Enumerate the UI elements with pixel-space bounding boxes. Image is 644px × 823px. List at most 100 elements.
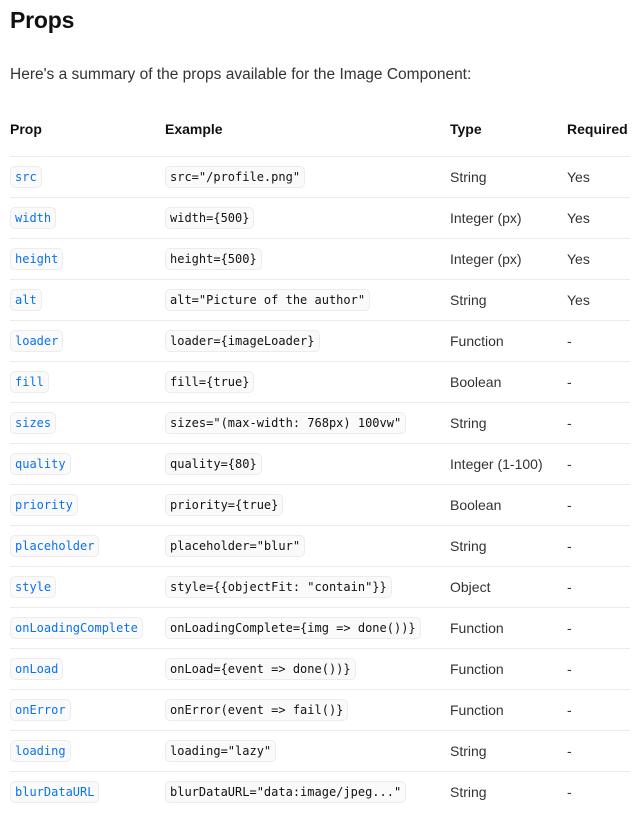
props-table: Prop Example Type Required src src="/prof…	[10, 120, 630, 812]
type-cell: Object	[450, 566, 567, 608]
prop-cell: fill	[10, 361, 165, 403]
prop-name: height	[10, 248, 64, 270]
prop-cell: placeholder	[10, 525, 165, 567]
required-cell: -	[567, 730, 630, 772]
table-row: quality quality={80} Integer (1-100) -	[10, 443, 630, 485]
prop-name: onLoadingComplete	[10, 617, 143, 639]
prop-cell: blurDataURL	[10, 772, 165, 813]
prop-name: fill	[10, 371, 49, 393]
prop-cell: loading	[10, 730, 165, 772]
table-row: style style={{objectFit: "contain"}} Objec…	[10, 566, 630, 608]
example-code: width={500}	[165, 207, 255, 229]
example-code: blurDataURL="data:image/jpeg..."	[165, 781, 407, 803]
required-cell: -	[567, 484, 630, 526]
prop-cell: width	[10, 197, 165, 239]
prop-name: onLoad	[10, 658, 64, 680]
required-cell: -	[567, 525, 630, 567]
example-cell: src="/profile.png"	[165, 156, 450, 198]
example-cell: onError(event => fail()}	[165, 689, 450, 731]
example-cell: loader={imageLoader}	[165, 320, 450, 362]
table-row: height height={500} Integer (px) Yes	[10, 238, 630, 280]
type-cell: Function	[450, 607, 567, 649]
prop-cell: loader	[10, 320, 165, 362]
example-code: height={500}	[165, 248, 262, 270]
type-cell: Boolean	[450, 484, 567, 526]
required-cell: Yes	[567, 279, 630, 321]
example-cell: fill={true}	[165, 361, 450, 403]
required-cell: -	[567, 443, 630, 485]
prop-name: loading	[10, 740, 71, 762]
example-cell: placeholder="blur"	[165, 525, 450, 567]
prop-name: style	[10, 576, 57, 598]
type-cell: Function	[450, 689, 567, 731]
prop-name: src	[10, 166, 42, 188]
prop-cell: onLoadingComplete	[10, 607, 165, 649]
type-cell: Integer (1-100)	[450, 443, 567, 485]
prop-cell: sizes	[10, 402, 165, 444]
prop-name: priority	[10, 494, 78, 516]
intro-text: Here's a summary of the props available …	[10, 66, 472, 83]
required-cell: -	[567, 689, 630, 731]
table-row: onLoadingComplete onLoadingComplete={img …	[10, 607, 630, 649]
table-row: placeholder placeholder="blur" String -	[10, 525, 630, 567]
example-code: fill={true}	[165, 371, 255, 393]
required-cell: -	[567, 361, 630, 403]
prop-cell: onError	[10, 689, 165, 731]
example-cell: sizes="(max-width: 768px) 100vw"	[165, 402, 450, 444]
required-cell: -	[567, 607, 630, 649]
example-cell: loading="lazy"	[165, 730, 450, 772]
prop-cell: alt	[10, 279, 165, 321]
prop-cell: style	[10, 566, 165, 608]
example-code: src="/profile.png"	[165, 166, 306, 188]
type-cell: Boolean	[450, 361, 567, 403]
example-cell: quality={80}	[165, 443, 450, 485]
prop-name: width	[10, 207, 57, 229]
prop-name: placeholder	[10, 535, 100, 557]
type-cell: String	[450, 279, 567, 321]
prop-name: quality	[10, 453, 71, 475]
table-row: fill fill={true} Boolean -	[10, 361, 630, 403]
type-cell: String	[450, 402, 567, 444]
table-row: loader loader={imageLoader} Function -	[10, 320, 630, 362]
required-cell: Yes	[567, 156, 630, 198]
table-row: src src="/profile.png" String Yes	[10, 156, 630, 198]
section-heading: Props	[10, 7, 75, 33]
type-cell: String	[450, 156, 567, 198]
prop-cell: onLoad	[10, 648, 165, 690]
prop-name: loader	[10, 330, 64, 352]
example-code: sizes="(max-width: 768px) 100vw"	[165, 412, 407, 434]
example-code: placeholder="blur"	[165, 535, 306, 557]
example-code: onLoadingComplete={img => done())}	[165, 617, 421, 639]
column-header-type: Type	[450, 120, 567, 157]
example-cell: blurDataURL="data:image/jpeg..."	[165, 772, 450, 813]
table-row: priority priority={true} Boolean -	[10, 484, 630, 526]
props-section: Props Here's a summary of the props avai…	[0, 0, 644, 812]
required-cell: -	[567, 784, 572, 800]
column-header-required: Required	[567, 120, 630, 157]
type-cell: Function	[450, 648, 567, 690]
required-cell: -	[567, 402, 630, 444]
prop-cell: priority	[10, 484, 165, 526]
required-cell: Yes	[567, 197, 630, 239]
table-row: loading loading="lazy" String -	[10, 730, 630, 772]
example-code: style={{objectFit: "contain"}}	[165, 576, 392, 598]
example-code: priority={true}	[165, 494, 284, 516]
example-cell: alt="Picture of the author"	[165, 279, 450, 321]
table-header-row: Prop Example Type Required	[10, 120, 630, 157]
column-header-example: Example	[165, 120, 450, 157]
type-cell: Integer (px)	[450, 238, 567, 280]
example-code: onLoad={event => done())}	[165, 658, 356, 680]
required-cell: -	[567, 320, 630, 362]
table-row: blurDataURL blurDataURL="data:image/jpeg.…	[10, 772, 630, 813]
type-cell: String	[450, 525, 567, 567]
example-cell: priority={true}	[165, 484, 450, 526]
prop-name: blurDataURL	[10, 781, 100, 803]
table-row: alt alt="Picture of the author" String Yes	[10, 279, 630, 321]
example-code: loader={imageLoader}	[165, 330, 320, 352]
table-row: onError onError(event => fail()} Function -	[10, 689, 630, 731]
required-cell: -	[567, 566, 630, 608]
example-code: loading="lazy"	[165, 740, 277, 762]
type-cell: String	[450, 730, 567, 772]
prop-name: alt	[10, 289, 42, 311]
example-cell: height={500}	[165, 238, 450, 280]
